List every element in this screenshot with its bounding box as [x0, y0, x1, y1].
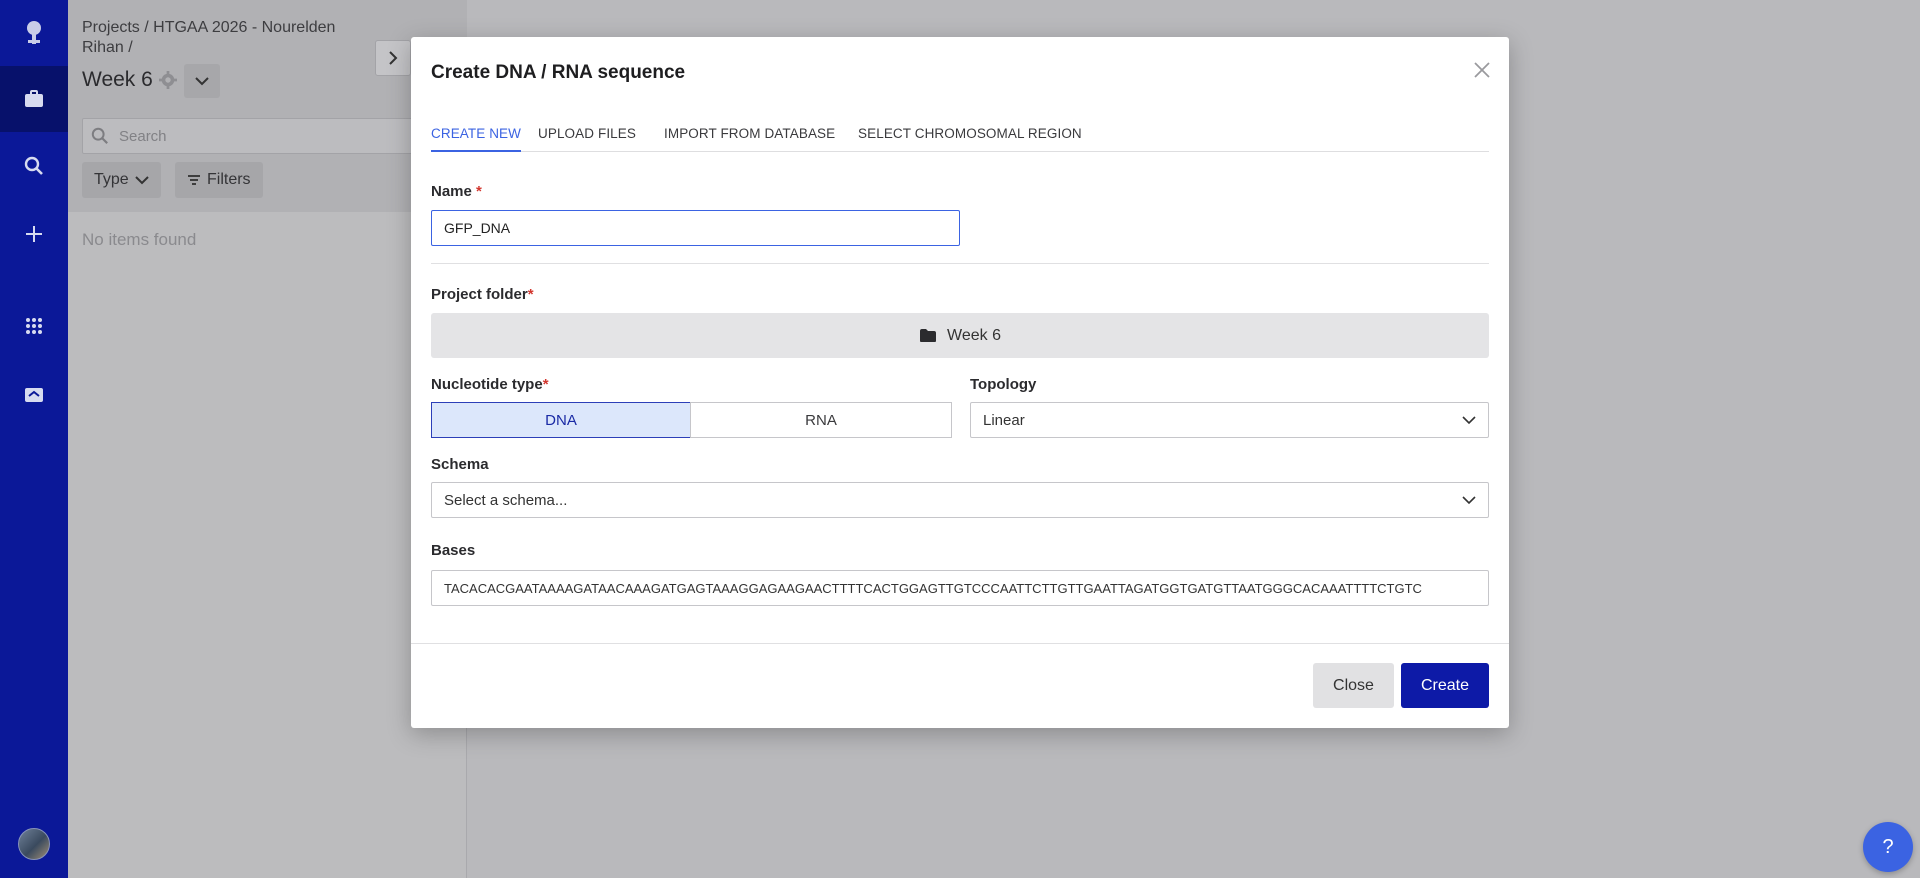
project-folder-select[interactable]: Week 6: [431, 313, 1489, 358]
chevron-right-icon: [389, 51, 398, 65]
filters-button[interactable]: Filters: [175, 162, 263, 198]
dialog-tabs: CREATE NEW UPLOAD FILES IMPORT FROM DATA…: [431, 126, 1489, 152]
folder-panel: Projects / HTGAA 2026 - Nourelden Rihan …: [68, 0, 467, 878]
name-field[interactable]: [431, 210, 960, 246]
divider: [431, 263, 1489, 264]
nucleotide-type-label-text: Nucleotide type: [431, 376, 543, 393]
collapse-panel-button[interactable]: [375, 40, 411, 76]
apps-grid-icon[interactable]: [0, 293, 68, 359]
gear-icon[interactable]: [158, 71, 177, 89]
folder-icon: [920, 329, 937, 342]
filter-icon: [188, 175, 200, 185]
nucleotide-type-label: Nucleotide type*: [431, 376, 549, 393]
filters-label: Filters: [207, 171, 251, 188]
help-button[interactable]: ?: [1863, 822, 1913, 872]
project-folder-label-text: Project folder: [431, 286, 528, 303]
schema-select[interactable]: Select a schema...: [431, 482, 1489, 518]
topology-select[interactable]: Linear: [970, 402, 1489, 438]
required-marker: *: [527, 286, 534, 303]
required-marker: *: [542, 376, 549, 393]
nucleotide-dna-option[interactable]: DNA: [431, 402, 691, 438]
bases-field[interactable]: [431, 570, 1489, 606]
inbox-icon[interactable]: [0, 362, 68, 428]
schema-placeholder: Select a schema...: [444, 491, 568, 509]
folder-menu-button[interactable]: [184, 64, 220, 98]
dialog-footer-divider: [411, 643, 1509, 644]
schema-label: Schema: [431, 456, 489, 473]
nav-rail: [0, 0, 68, 878]
chevron-down-icon: [195, 77, 209, 86]
project-folder-value: Week 6: [947, 326, 1001, 344]
type-filter-label: Type: [94, 171, 129, 188]
search-icon: [91, 127, 108, 144]
topology-value: Linear: [983, 411, 1025, 429]
empty-state-text: No items found: [82, 230, 197, 249]
create-sequence-dialog: Create DNA / RNA sequence CREATE NEW UPL…: [411, 37, 1509, 728]
projects-icon[interactable]: [0, 66, 68, 132]
chevron-down-icon: [1462, 496, 1476, 505]
chevron-down-icon: [134, 176, 149, 185]
plus-icon[interactable]: [0, 201, 68, 267]
search-placeholder: Search: [119, 127, 167, 145]
folder-panel-header: Projects / HTGAA 2026 - Nourelden Rihan …: [68, 0, 467, 212]
create-button[interactable]: Create: [1401, 663, 1489, 708]
breadcrumb[interactable]: Projects / HTGAA 2026 - Nourelden Rihan …: [82, 18, 372, 58]
tab-import-from-database[interactable]: IMPORT FROM DATABASE: [664, 126, 835, 152]
type-filter-button[interactable]: Type: [82, 162, 161, 198]
close-icon[interactable]: [1471, 59, 1493, 81]
logo-icon[interactable]: [0, 0, 68, 66]
folder-title-text: Week 6: [82, 68, 153, 91]
close-button[interactable]: Close: [1313, 663, 1394, 708]
tab-create-new[interactable]: CREATE NEW: [431, 126, 522, 152]
tab-select-chromosomal-region[interactable]: SELECT CHROMOSOMAL REGION: [858, 126, 1082, 152]
search-icon[interactable]: [0, 133, 68, 199]
nucleotide-rna-option[interactable]: RNA: [690, 402, 952, 438]
avatar[interactable]: [18, 828, 50, 860]
dialog-title: Create DNA / RNA sequence: [431, 62, 686, 83]
search-input[interactable]: Search: [82, 118, 467, 154]
bases-label: Bases: [431, 542, 476, 559]
topology-label: Topology: [970, 376, 1037, 393]
project-folder-label: Project folder*: [431, 286, 534, 303]
name-label: Name *: [431, 183, 482, 200]
tab-upload-files[interactable]: UPLOAD FILES: [538, 126, 636, 152]
name-label-text: Name: [431, 183, 472, 200]
page-title: Week 6: [82, 68, 177, 92]
chevron-down-icon: [1462, 416, 1476, 425]
required-marker: *: [476, 183, 482, 200]
